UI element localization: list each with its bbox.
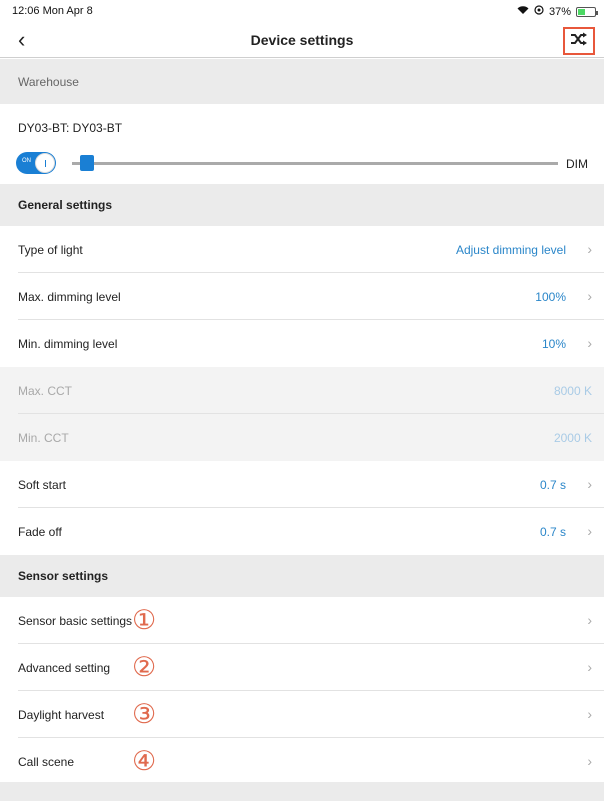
sensor-basic-settings-row[interactable]: Sensor basic settings ① › xyxy=(0,597,604,644)
row-label: Min. dimming level xyxy=(18,337,118,351)
chevron-right-icon: › xyxy=(587,706,592,722)
battery-percent: 37% xyxy=(548,5,571,18)
device-name: DY03-BT: DY03-BT xyxy=(18,121,123,135)
toggle-knob xyxy=(35,153,55,173)
row-value: 8000 K xyxy=(553,384,592,398)
chevron-right-icon: › xyxy=(587,612,592,628)
dim-slider-thumb[interactable] xyxy=(79,155,94,171)
annotation-marker-4: ④ xyxy=(132,746,157,777)
annotation-marker-2: ② xyxy=(132,652,157,683)
row-label: Daylight harvest xyxy=(18,708,105,722)
advanced-setting-row[interactable]: Advanced setting ② › xyxy=(0,644,604,691)
device-control: DY03-BT: DY03-BT ON DIM xyxy=(0,104,604,184)
row-value: Adjust dimming level xyxy=(455,243,566,257)
chevron-right-icon: › xyxy=(587,476,592,492)
wifi-icon xyxy=(517,5,529,18)
max-dimming-level-row[interactable]: Max. dimming level 100% › xyxy=(0,273,604,320)
row-value: 100% xyxy=(535,290,566,304)
group-label: Warehouse xyxy=(18,74,79,89)
shuffle-icon xyxy=(570,32,588,50)
row-value: 2000 K xyxy=(553,431,592,445)
status-time: 12:06 Mon Apr 8 xyxy=(12,5,93,17)
call-scene-row[interactable]: Call scene ④ › xyxy=(0,738,604,785)
chevron-right-icon: › xyxy=(587,335,592,351)
page-title: Device settings xyxy=(250,32,354,48)
daylight-harvest-row[interactable]: Daylight harvest ③ › xyxy=(0,691,604,738)
general-settings-header: General settings xyxy=(0,184,604,226)
nav-bar: ‹ Device settings xyxy=(0,22,604,58)
row-label: Call scene xyxy=(18,755,75,769)
max-cct-row: Max. CCT 8000 K xyxy=(0,367,604,414)
row-label: Advanced setting xyxy=(18,661,111,675)
location-icon xyxy=(534,5,544,18)
row-label: Fade off xyxy=(18,525,62,539)
sensor-settings-header: Sensor settings xyxy=(0,555,604,597)
group-header: Warehouse xyxy=(0,59,604,104)
dim-label: DIM xyxy=(566,157,588,171)
chevron-right-icon: › xyxy=(587,753,592,769)
fade-off-row[interactable]: Fade off 0.7 s › xyxy=(0,508,604,555)
row-value: 0.7 s xyxy=(539,478,566,492)
row-label: Soft start xyxy=(18,478,67,492)
row-value: 0.7 s xyxy=(539,525,566,539)
status-indicators: 37% xyxy=(517,5,598,18)
general-settings-title: General settings xyxy=(18,198,113,212)
toggle-on-label: ON xyxy=(22,158,31,164)
dim-slider-track[interactable] xyxy=(72,162,558,165)
status-bar: 12:06 Mon Apr 8 37% xyxy=(0,0,604,22)
chevron-right-icon: › xyxy=(587,523,592,539)
sensor-settings-title: Sensor settings xyxy=(18,569,109,583)
type-of-light-row[interactable]: Type of light Adjust dimming level › xyxy=(0,226,604,273)
chevron-right-icon: › xyxy=(587,659,592,675)
power-toggle[interactable]: ON xyxy=(16,152,56,174)
min-cct-row: Min. CCT 2000 K xyxy=(0,414,604,461)
battery-icon xyxy=(576,6,598,17)
row-label: Sensor basic settings xyxy=(18,614,133,628)
row-label: Max. dimming level xyxy=(18,290,121,304)
soft-start-row[interactable]: Soft start 0.7 s › xyxy=(0,461,604,508)
row-label: Max. CCT xyxy=(18,384,72,398)
shuffle-button[interactable] xyxy=(563,27,595,55)
annotation-marker-3: ③ xyxy=(132,699,157,730)
row-value: 10% xyxy=(541,337,566,351)
row-label: Type of light xyxy=(18,243,83,257)
bottom-section-strip xyxy=(0,782,604,801)
chevron-right-icon: › xyxy=(587,241,592,257)
annotation-marker-1: ① xyxy=(132,605,157,636)
row-label: Min. CCT xyxy=(18,431,69,445)
chevron-right-icon: › xyxy=(587,288,592,304)
min-dimming-level-row[interactable]: Min. dimming level 10% › xyxy=(0,320,604,367)
